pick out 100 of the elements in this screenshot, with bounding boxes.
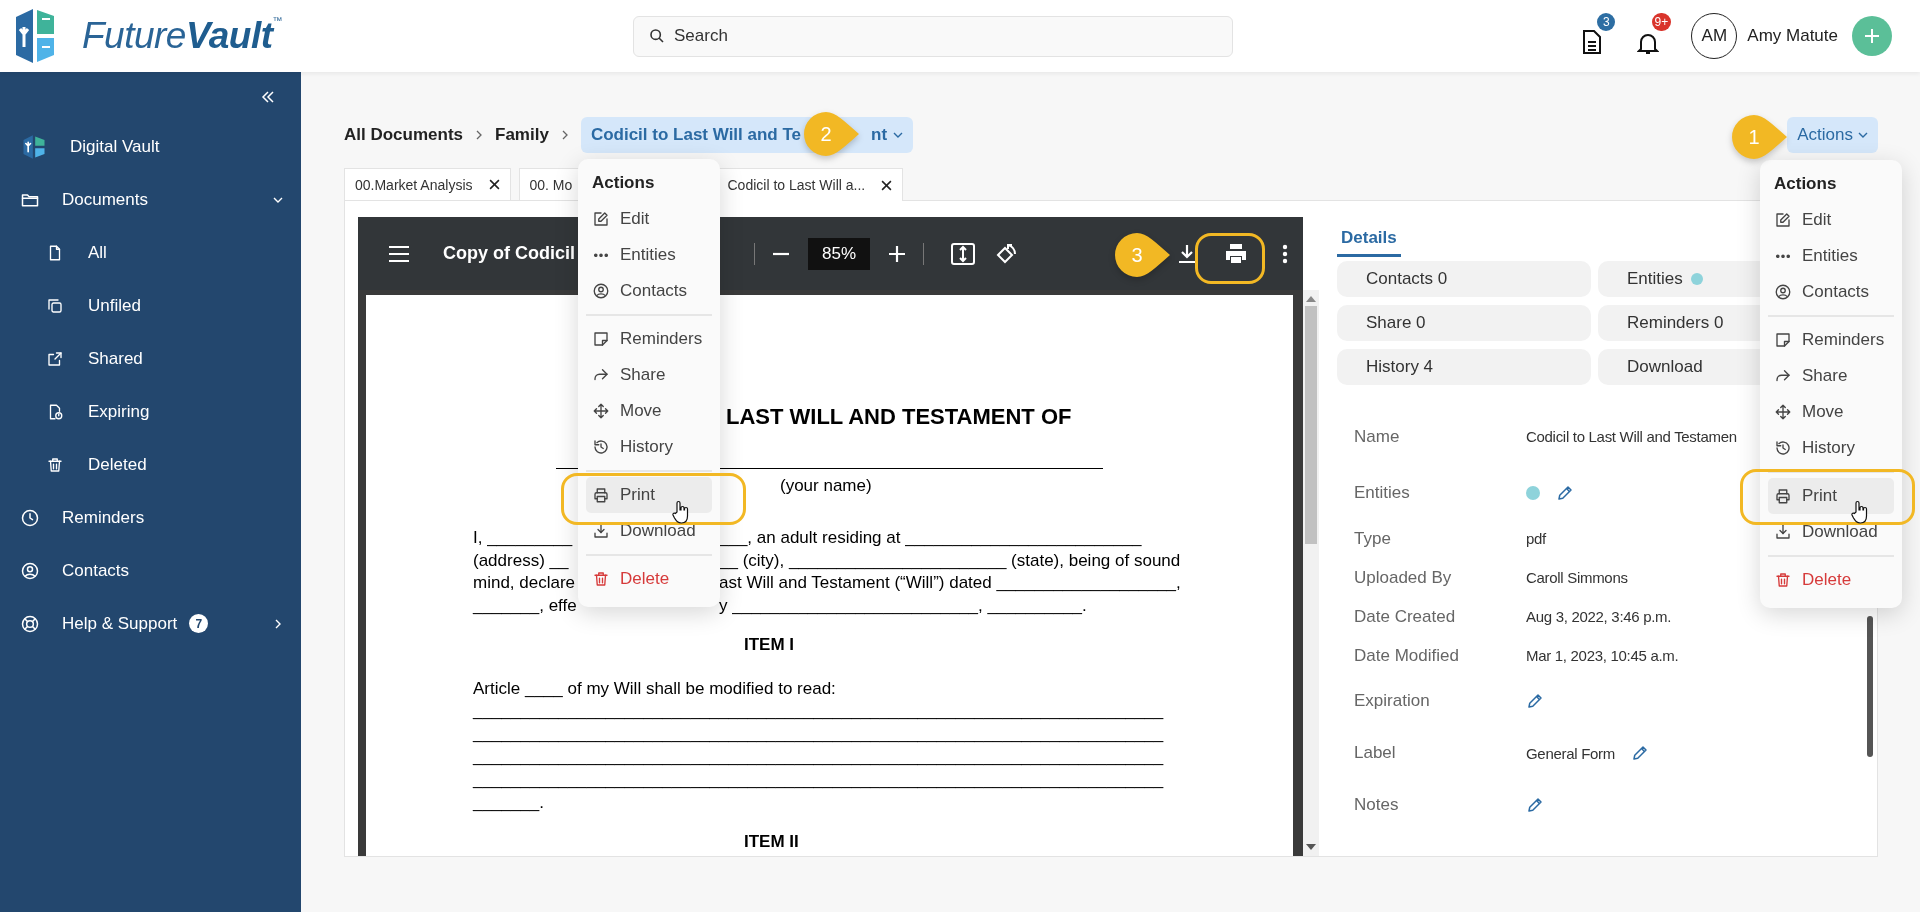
field-value: pdf <box>1526 530 1546 547</box>
details-tab[interactable]: Details <box>1337 228 1401 257</box>
count-badge: 3 <box>1597 13 1616 31</box>
document-text: _______. <box>473 792 544 814</box>
sidebar-item[interactable]: Expiring <box>0 385 301 438</box>
menu-item[interactable]: Entities <box>586 237 712 273</box>
sidebar-item[interactable]: Contacts <box>0 544 301 597</box>
lifebuoy-icon <box>20 613 40 634</box>
document-text: mind, declare <box>473 573 576 592</box>
zoom-field[interactable]: 85% <box>808 237 871 270</box>
dots-icon <box>1774 253 1792 259</box>
document-tab[interactable]: 00.Market Analysis <box>344 168 511 200</box>
search-icon <box>649 27 665 44</box>
pencil-icon[interactable] <box>1526 692 1544 710</box>
printer-icon[interactable] <box>1224 242 1249 265</box>
count-badge: 7 <box>189 614 209 633</box>
documents-button[interactable]: 3 <box>1575 13 1616 59</box>
step-callout: 1 <box>1731 114 1787 160</box>
bell-icon <box>1637 31 1660 55</box>
menu-item[interactable]: Print <box>1768 478 1894 514</box>
menu-item[interactable]: Edit <box>1768 202 1894 238</box>
document-text: I, _________ <box>473 528 573 547</box>
download-icon <box>1774 523 1792 541</box>
more-icon[interactable] <box>1282 243 1289 264</box>
document-text: _________________________________________________________________________ <box>473 769 1164 791</box>
history-icon <box>1774 439 1792 457</box>
summary-chip[interactable]: Contacts 0 <box>1337 261 1591 297</box>
sidebar-item[interactable]: Reminders <box>0 491 301 544</box>
sidebar-item[interactable]: Documents <box>0 173 301 226</box>
menu-item[interactable]: History <box>586 429 712 465</box>
scrollbar-thumb[interactable] <box>1867 616 1873 757</box>
caret-icon <box>893 131 904 139</box>
note-icon <box>1774 331 1792 349</box>
sidebar-item[interactable]: Unfiled <box>0 279 301 332</box>
menu-item[interactable]: Reminders <box>586 321 712 357</box>
summary-chip[interactable]: Share 0 <box>1337 305 1591 341</box>
chevron-icon <box>273 618 283 629</box>
breadcrumb-link[interactable]: Family <box>495 125 549 145</box>
fit-page-icon[interactable] <box>951 242 976 265</box>
document-text: _________________________________________________________________________ <box>473 746 1164 768</box>
menu-item[interactable]: Download <box>1768 514 1894 550</box>
field-label: Date Created <box>1354 606 1457 627</box>
field-value: General Form <box>1526 744 1615 762</box>
document-icon <box>1581 29 1604 55</box>
trash-icon <box>46 455 64 474</box>
rotate-icon[interactable] <box>994 241 1019 266</box>
close-icon[interactable] <box>488 179 500 190</box>
menu-item[interactable]: Download <box>586 513 712 549</box>
person-circle-icon <box>592 282 610 300</box>
field-label: Name <box>1354 426 1401 447</box>
menu-item[interactable]: Edit <box>586 201 712 237</box>
sidebar-item[interactable]: Deleted <box>0 438 301 491</box>
search-field[interactable]: Search <box>633 15 1233 57</box>
breadcrumb-link[interactable]: All Documents <box>344 125 464 145</box>
menu-item[interactable]: History <box>1768 430 1894 466</box>
printer-icon <box>592 486 610 504</box>
scroll-up-icon[interactable] <box>1306 296 1316 302</box>
note-icon <box>592 330 610 348</box>
document-text: _________________________________________________________________________ <box>473 723 1164 745</box>
field-value: Mar 1, 2023, 10:45 a.m. <box>1526 647 1679 664</box>
field-label: Label <box>1354 743 1397 763</box>
document-heading: LAST WILL AND TESTAMENT OF <box>726 404 1072 430</box>
menu-item[interactable]: Move <box>586 393 712 429</box>
close-icon[interactable] <box>881 179 893 191</box>
menu-item[interactable]: Delete <box>586 561 712 597</box>
user-name[interactable]: Amy Matute <box>1747 26 1838 46</box>
document-text: Article ____ of my Will shall be modified to read: <box>473 679 836 699</box>
menu-item[interactable]: Move <box>1768 394 1894 430</box>
logo-icon <box>14 7 56 65</box>
sidebar-item[interactable]: Shared <box>0 332 301 385</box>
sidebar-item[interactable]: Help & Support 7 <box>0 597 301 650</box>
zoom-in-icon[interactable] <box>888 244 907 263</box>
field-value: Aug 3, 2022, 3:46 p.m. <box>1526 608 1672 625</box>
document-text: _________________________________________________________________________ <box>473 700 1164 722</box>
notifications-button[interactable]: 9+ <box>1631 13 1672 59</box>
menu-item[interactable]: Delete <box>1768 562 1894 598</box>
field-value: Caroll Simmons <box>1526 569 1628 586</box>
pencil-icon[interactable] <box>1556 484 1574 502</box>
viewer-title: Copy of Codicil <box>443 243 575 263</box>
step-callout: 3 <box>1114 232 1170 278</box>
person-circle-icon <box>20 560 40 581</box>
document-text: _______, effe <box>473 595 577 615</box>
pencil-icon[interactable] <box>1630 744 1649 762</box>
collapse-icon[interactable] <box>261 91 275 103</box>
document-text: y __________________________, __________. <box>719 594 1087 617</box>
menu-icon[interactable] <box>388 244 410 263</box>
menu-item[interactable]: Share <box>586 357 712 393</box>
document-text: (address) __ <box>473 550 569 570</box>
copy-icon <box>46 296 64 315</box>
menu-item[interactable]: Contacts <box>586 273 712 309</box>
sidebar-item[interactable]: Digital Vault <box>0 120 301 173</box>
summary-chip[interactable]: History 4 <box>1337 349 1591 385</box>
menu-item[interactable]: Print <box>586 477 712 513</box>
actions-button[interactable]: Actions <box>1787 117 1878 153</box>
pencil-icon[interactable] <box>1526 796 1544 814</box>
sidebar-item[interactable]: All <box>0 226 301 279</box>
document-heading: ITEM I <box>744 635 795 655</box>
clock-icon <box>20 507 40 528</box>
scrollbar-thumb[interactable] <box>1305 306 1317 544</box>
scroll-down-icon[interactable] <box>1306 844 1316 850</box>
